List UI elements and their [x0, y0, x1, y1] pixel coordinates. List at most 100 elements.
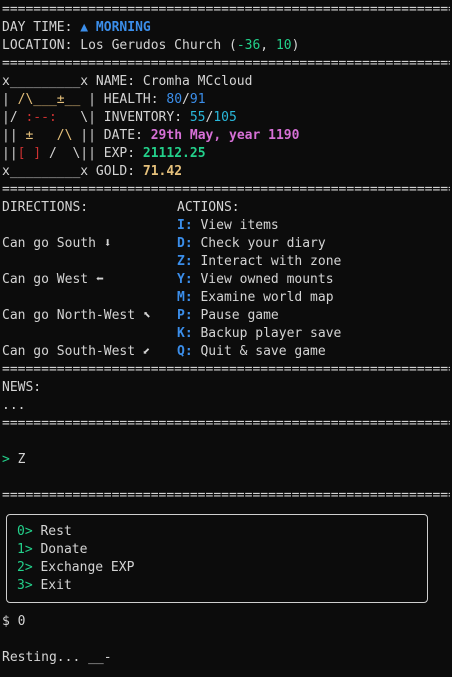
action-key: Q:: [177, 344, 193, 359]
action-label: Interact with zone: [192, 254, 342, 269]
action-key: Y:: [177, 272, 193, 287]
menu-key: 0>: [17, 524, 33, 539]
action-key: D:: [177, 236, 193, 251]
menu-key: 2>: [17, 560, 33, 575]
inventory-label: INVENTORY:: [103, 110, 190, 125]
art-frame: \|: [56, 110, 96, 125]
coord-y: 10: [275, 38, 292, 53]
action-label: Backup player save: [192, 326, 342, 341]
direction-south-west: Can go South-West ⬋: [2, 344, 151, 359]
art-row-1: | /\___±__ | HEALTH: 80/91: [2, 91, 206, 109]
location-label: LOCATION: Los Gerudos Church (: [2, 38, 237, 53]
menu-key: 3>: [17, 578, 33, 593]
news-title: NEWS:: [2, 380, 42, 395]
zone-menu: 0> Rest 1> Donate 2> Exchange EXP 3> Exi…: [6, 514, 428, 603]
health-label: HEALTH:: [103, 92, 167, 107]
art-window: :--:: [25, 110, 57, 125]
status-text: Resting... __-: [2, 650, 112, 665]
directions-title: DIRECTIONS:: [2, 200, 89, 215]
art-row-2: |/ :--: \| INVENTORY: 55/105: [2, 109, 237, 127]
action-interact-zone[interactable]: Z: Interact with zone: [177, 253, 341, 271]
coord-x: -36: [236, 38, 261, 53]
action-pause-game[interactable]: P: Pause game: [177, 307, 279, 325]
art-border-top: x_________x: [2, 74, 89, 89]
art-frame: ||: [2, 128, 26, 143]
menu-label: Exit: [32, 578, 72, 593]
menu-key: 1>: [17, 542, 33, 557]
menu-label: Rest: [32, 524, 72, 539]
action-key: I:: [177, 218, 193, 233]
art-row-5: x_________x GOLD: 71.42: [2, 163, 182, 181]
day-time-label: DAY TIME:: [2, 20, 81, 35]
art-frame: / \||: [41, 146, 96, 161]
inventory-current: 55: [189, 110, 206, 125]
separator: ========================================…: [2, 416, 450, 431]
action-label: Pause game: [192, 308, 279, 323]
action-label: View owned mounts: [192, 272, 334, 287]
separator: ========================================…: [2, 182, 450, 197]
inventory-max: 105: [213, 110, 237, 125]
terminal-window[interactable]: ========================================…: [0, 0, 452, 677]
action-backup-save[interactable]: K: Backup player save: [177, 325, 341, 343]
action-check-diary[interactable]: D: Check your diary: [177, 235, 326, 253]
command-prompt[interactable]: > Z: [2, 451, 25, 469]
actions-title: ACTIONS:: [177, 200, 240, 215]
action-world-map[interactable]: M: Examine world map: [177, 289, 334, 307]
separator: ========================================…: [2, 56, 450, 71]
art-cross: ± /\: [25, 128, 73, 143]
art-frame: ||: [2, 146, 18, 161]
direction-south: Can go South ⬇: [2, 236, 112, 251]
gold-value: 71.42: [142, 164, 183, 179]
gold-label: GOLD:: [95, 164, 143, 179]
action-label: Check your diary: [192, 236, 326, 251]
action-key: M:: [177, 290, 193, 305]
direction-west: Can go West ⬅: [2, 272, 104, 287]
exp-value: 21112.25: [142, 146, 206, 161]
menu-label: Exchange EXP: [32, 560, 135, 575]
action-view-mounts[interactable]: Y: View owned mounts: [177, 271, 334, 289]
art-frame: |: [2, 92, 18, 107]
action-quit-save[interactable]: Q: Quit & save game: [177, 343, 326, 361]
direction-north-west: Can go North-West ⬉: [2, 308, 151, 323]
action-key: Z:: [177, 254, 193, 269]
menu-label: Donate: [32, 542, 88, 557]
menu-item-exchange-exp[interactable]: 2> Exchange EXP: [17, 559, 134, 577]
action-key: K:: [177, 326, 193, 341]
prompt-input: Z: [9, 452, 26, 467]
art-border-bottom: x_________x: [2, 164, 89, 179]
location-line: LOCATION: Los Gerudos Church (-36, 10): [2, 37, 299, 55]
menu-item-rest[interactable]: 0> Rest: [17, 523, 72, 541]
action-view-items[interactable]: I: View items: [177, 217, 279, 235]
day-time-value: ▲ MORNING: [80, 20, 151, 35]
art-door: [ ]: [17, 146, 42, 161]
separator: ========================================…: [2, 362, 450, 377]
art-row-4: ||[ ] / \|| EXP: 21112.25: [2, 145, 206, 163]
art-frame: |/: [2, 110, 26, 125]
date-value: 29th May, year 1190: [150, 128, 300, 143]
art-frame: ||: [72, 128, 96, 143]
menu-item-exit[interactable]: 3> Exit: [17, 577, 72, 595]
date-label: DATE:: [103, 128, 151, 143]
choice-prompt[interactable]: $ 0: [2, 613, 25, 631]
menu-item-donate[interactable]: 1> Donate: [17, 541, 87, 559]
day-time-line: DAY TIME: ▲ MORNING: [2, 19, 151, 37]
health-separator: /: [182, 92, 190, 107]
action-key: P:: [177, 308, 193, 323]
art-row-3: || ± /\ || DATE: 29th May, year 1190: [2, 127, 299, 145]
art-row-0: x_________x NAME: Cromha MCcloud: [2, 73, 252, 91]
art-roof: /\___±__: [17, 92, 81, 107]
action-label: Quit & save game: [192, 344, 326, 359]
prompt-symbol: >: [2, 452, 10, 467]
name-label: NAME:: [95, 74, 143, 89]
health-max: 91: [189, 92, 206, 107]
exp-label: EXP:: [103, 146, 143, 161]
action-label: Examine world map: [192, 290, 334, 305]
coord-close: ): [291, 38, 300, 53]
separator-top: ========================================…: [2, 2, 450, 17]
coord-separator: ,: [260, 38, 276, 53]
news-body: ...: [2, 398, 26, 413]
health-current: 80: [166, 92, 183, 107]
art-frame: |: [80, 92, 96, 107]
separator: ========================================…: [2, 488, 450, 503]
name-value: Cromha MCcloud: [142, 74, 253, 89]
